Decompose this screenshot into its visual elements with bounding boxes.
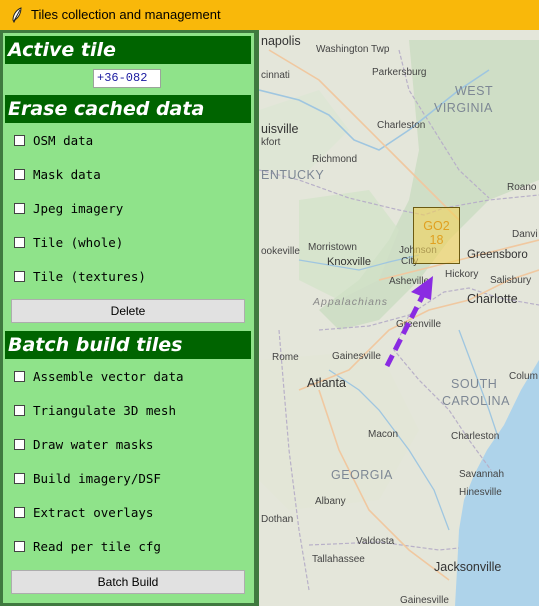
map-label: VIRGINIA	[434, 101, 493, 115]
map-label: Greensboro	[467, 249, 528, 261]
map-label: Gainesville	[332, 351, 381, 362]
checkbox-label: Tile (textures)	[33, 269, 146, 284]
map-label: Valdosta	[356, 536, 395, 547]
map-label: Savannah	[459, 469, 505, 480]
map-label: Greenville	[396, 319, 442, 330]
map-label: Knoxville	[327, 256, 372, 268]
map-label: kfort	[261, 137, 281, 148]
map-label: Tallahassee	[312, 554, 365, 565]
erase-cached-data-header: Erase cached data	[5, 95, 251, 123]
map-label: Charleston	[377, 120, 426, 131]
map-label: Gainesville	[400, 595, 449, 606]
map-label: CAROLINA	[442, 394, 510, 408]
map-label: ENTUCKY	[261, 168, 325, 182]
checkbox-label: Jpeg imagery	[33, 201, 124, 216]
map-label: Richmond	[312, 154, 358, 165]
map-label: uisville	[261, 122, 299, 136]
checkbox-box[interactable]	[14, 541, 25, 552]
map-label: Danvi	[512, 229, 538, 240]
map-label: Colum	[509, 371, 538, 382]
map-label: Appalachians	[313, 296, 389, 308]
checkbox-label: Assemble vector data	[33, 369, 184, 384]
map-label: Roano	[507, 182, 537, 193]
map-label: Morristown	[308, 242, 357, 253]
checkbox-box[interactable]	[14, 271, 25, 282]
checkbox-label: Triangulate 3D mesh	[33, 403, 176, 418]
checkbox-box[interactable]	[14, 203, 25, 214]
tile-marker[interactable]: GO2 18	[413, 207, 460, 264]
checkbox-box[interactable]	[14, 237, 25, 248]
batch-build-tiles-header: Batch build tiles	[5, 331, 251, 359]
active-tile-field[interactable]: +36-082	[93, 69, 161, 88]
checkbox-label: OSM data	[33, 133, 94, 148]
window-title: Tiles collection and management	[31, 7, 221, 22]
checkbox-box[interactable]	[14, 169, 25, 180]
map-label: Atlanta	[307, 376, 346, 390]
checkbox-box[interactable]	[14, 405, 25, 416]
map-label: Hickory	[445, 269, 479, 280]
map-label: Albany	[315, 496, 346, 507]
feather-icon	[12, 7, 22, 23]
batch-build-button[interactable]: Batch Build	[11, 570, 245, 594]
checkbox-box[interactable]	[14, 507, 25, 518]
active-tile-header: Active tile	[5, 36, 251, 64]
map-label: ookeville	[261, 246, 300, 257]
map-label: SOUTH	[451, 377, 498, 391]
map-label: napolis	[261, 34, 301, 48]
map-label: Parkersburg	[372, 67, 427, 78]
map-view[interactable]: napolis Washington Twp Parkersburg cinna…	[259, 30, 539, 606]
map-label: Asheville	[389, 276, 430, 287]
map-label: Rome	[272, 352, 299, 363]
tile-marker-line1: GO2	[423, 219, 450, 233]
checkbox-label: Build imagery/DSF	[33, 471, 161, 486]
map-label: Jacksonville	[434, 560, 502, 574]
checkbox-label: Draw water masks	[33, 437, 154, 452]
map-label: Hinesville	[459, 487, 502, 498]
map-label: Dothan	[261, 514, 294, 525]
checkbox-label: Extract overlays	[33, 505, 154, 520]
delete-button[interactable]: Delete	[11, 299, 245, 323]
checkbox-box[interactable]	[14, 135, 25, 146]
map-background	[259, 30, 539, 606]
map-label: WEST	[455, 84, 494, 98]
map-label: Charleston	[451, 431, 500, 442]
checkbox-box[interactable]	[14, 473, 25, 484]
checkbox-label: Read per tile cfg	[33, 539, 161, 554]
checkbox-label: Mask data	[33, 167, 101, 182]
map-label: GEORGIA	[331, 468, 393, 482]
checkbox-label: Tile (whole)	[33, 235, 124, 250]
map-label: Washington Twp	[316, 44, 390, 55]
checkbox-box[interactable]	[14, 439, 25, 450]
checkbox-box[interactable]	[14, 371, 25, 382]
map-label: cinnati	[261, 70, 290, 81]
map-label: Macon	[368, 429, 399, 440]
tile-marker-line2: 18	[429, 233, 444, 247]
map-label: Charlotte	[467, 292, 518, 306]
map-label: Salisbury	[490, 275, 532, 286]
title-bar: Tiles collection and management	[0, 0, 539, 30]
